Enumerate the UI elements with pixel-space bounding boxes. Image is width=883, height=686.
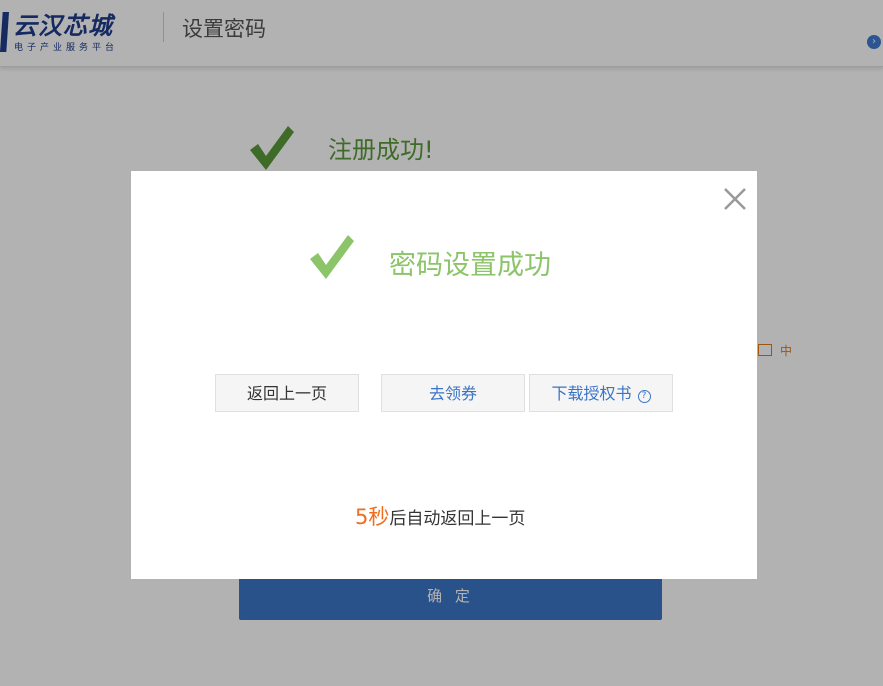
countdown-suffix: 后自动返回上一页 — [389, 509, 526, 529]
download-authorization-label: 下载授权书 — [551, 384, 632, 403]
get-coupon-button[interactable]: 去领券 — [381, 374, 525, 412]
back-button[interactable]: 返回上一页 — [215, 374, 359, 412]
countdown-seconds: 5秒 — [355, 505, 390, 529]
check-icon — [310, 235, 354, 279]
close-icon[interactable] — [721, 185, 749, 213]
countdown-text: 5秒后自动返回上一页 — [355, 501, 525, 531]
help-icon[interactable]: ? — [637, 390, 651, 403]
modal-title: 密码设置成功 — [389, 250, 551, 281]
download-authorization-button[interactable]: 下载授权书? — [529, 374, 673, 412]
success-modal: 密码设置成功 返回上一页 去领券 下载授权书? 5秒后自动返回上一页 — [131, 171, 757, 579]
